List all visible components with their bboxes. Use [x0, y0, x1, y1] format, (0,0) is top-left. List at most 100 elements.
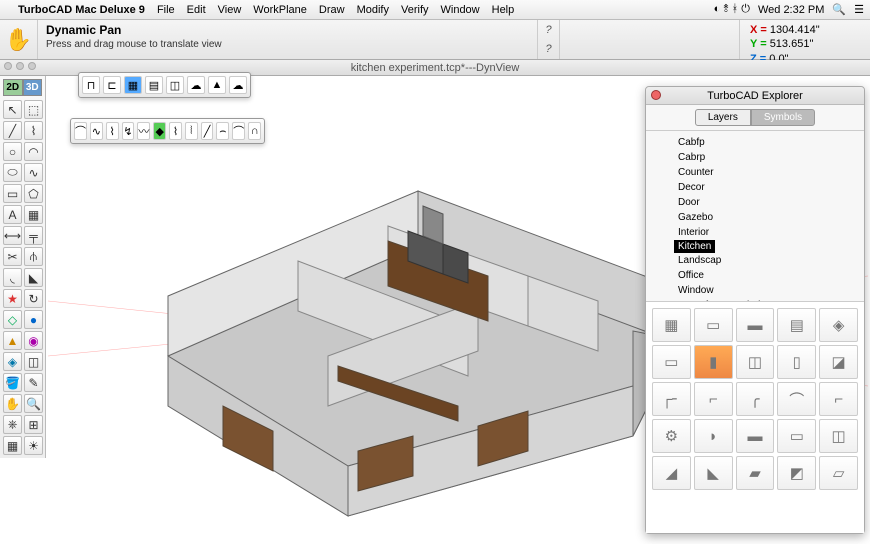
symbol-thumb[interactable]: ▰ [736, 456, 775, 490]
document-title: kitchen experiment.tcp*---DynView [351, 62, 520, 74]
render-tool[interactable]: ▦ [3, 436, 22, 455]
wireframe-tool[interactable]: ⊞ [24, 415, 43, 434]
menu-workplane[interactable]: WorkPlane [253, 4, 307, 16]
line-tool[interactable]: ╱ [3, 121, 22, 140]
status-icons[interactable]: ◐ ⥉ ᚼ ⏻ [714, 3, 750, 16]
paint-tool[interactable]: 🪣 [3, 373, 22, 392]
app-name[interactable]: TurboCAD Mac Deluxe 9 [18, 4, 145, 16]
cat-item[interactable]: Landscap [674, 253, 864, 268]
menu-view[interactable]: View [218, 4, 242, 16]
polygon-tool[interactable]: ⬠ [24, 184, 43, 203]
symbol-thumb[interactable]: ⚙ [652, 419, 691, 453]
coord-y: 513.651" [770, 38, 814, 50]
circle-tool[interactable]: ○ [3, 142, 22, 161]
cat-item[interactable]: Door [674, 195, 864, 210]
tab-symbols[interactable]: Symbols [751, 109, 815, 126]
arc-tool[interactable]: ◠ [24, 142, 43, 161]
clock[interactable]: Wed 2:32 PM [758, 4, 824, 16]
rotate-tool[interactable]: ↻ [24, 289, 43, 308]
cat-item[interactable]: Cabrp [674, 150, 864, 165]
symbol-thumb[interactable]: ▤ [777, 308, 816, 342]
spline-tool[interactable]: ∿ [24, 163, 43, 182]
help-hints[interactable]: ?? [538, 20, 560, 59]
symbol-thumb[interactable]: ▯ [777, 345, 816, 379]
symbol-thumb[interactable]: ◫ [736, 345, 775, 379]
chamfer-tool[interactable]: ◣ [24, 268, 43, 287]
tab-2d[interactable]: 2D [3, 79, 23, 96]
symbol-thumb[interactable]: ⌐ [819, 382, 858, 416]
menu-help[interactable]: Help [492, 4, 515, 16]
window-controls[interactable] [4, 62, 36, 70]
tool-info: Dynamic Pan Press and drag mouse to tran… [38, 20, 538, 59]
symbol-thumb[interactable]: ▦ [652, 308, 691, 342]
pan-tool[interactable]: ✋ [3, 394, 22, 413]
symbol-thumb[interactable]: ▮ [694, 345, 733, 379]
trim-tool[interactable]: ✂ [3, 247, 22, 266]
symbol-thumb[interactable]: ◪ [819, 345, 858, 379]
symbol-thumb[interactable]: ◗ [694, 419, 733, 453]
symbol-thumb[interactable]: ▭ [694, 308, 733, 342]
cat-item[interactable]: Counter [674, 165, 864, 180]
menu-draw[interactable]: Draw [319, 4, 345, 16]
pan-hand-icon[interactable]: ✋ [0, 20, 38, 59]
zoom-tool[interactable]: 🔍 [24, 394, 43, 413]
dimension-tool[interactable]: ⟷ [3, 226, 22, 245]
extrude-tool[interactable]: ▲ [3, 331, 22, 350]
cat-item[interactable]: Decor [674, 180, 864, 195]
light-tool[interactable]: ☀ [24, 436, 43, 455]
symbol-thumb[interactable]: ▬ [736, 308, 775, 342]
close-icon[interactable] [651, 90, 661, 100]
shell-tool[interactable]: ◫ [24, 352, 43, 371]
rect-tool[interactable]: ▭ [3, 184, 22, 203]
boolean-tool[interactable]: ◈ [3, 352, 22, 371]
symbol-thumb[interactable]: ⌒ [777, 382, 816, 416]
wall-tool[interactable]: ╤ [24, 226, 43, 245]
cat-item[interactable]: Gazebo [674, 210, 864, 225]
hatch-tool[interactable]: ▦ [24, 205, 43, 224]
menu-verify[interactable]: Verify [401, 4, 429, 16]
cat-item[interactable]: Interior [674, 225, 864, 240]
tab-layers[interactable]: Layers [695, 109, 751, 126]
symbol-thumb[interactable]: ▱ [819, 456, 858, 490]
symbol-thumb[interactable]: ▭ [652, 345, 691, 379]
cat-item[interactable]: Office [674, 268, 864, 283]
text-tool[interactable]: A [3, 205, 22, 224]
menu-file[interactable]: File [157, 4, 175, 16]
explorer-titlebar[interactable]: TurboCAD Explorer [646, 87, 864, 105]
menu-modify[interactable]: Modify [357, 4, 389, 16]
offset-tool[interactable]: ⫛ [24, 247, 43, 266]
symbol-thumb[interactable]: ◢ [652, 456, 691, 490]
cat-item[interactable]: Window [674, 283, 864, 298]
menu-edit[interactable]: Edit [187, 4, 206, 16]
symbol-thumb[interactable]: ◈ [819, 308, 858, 342]
eyedrop-tool[interactable]: ✎ [24, 373, 43, 392]
coordinates: X = 1304.414" Y = 513.651" Z = 0.0" [740, 20, 870, 59]
polyline-tool[interactable]: ⌇ [24, 121, 43, 140]
spotlight-icon[interactable]: 🔍 [832, 3, 846, 16]
revolve-tool[interactable]: ◉ [24, 331, 43, 350]
symbol-thumb[interactable]: ◫ [819, 419, 858, 453]
tab-3d[interactable]: 3D [23, 79, 43, 96]
sphere-tool[interactable]: ● [24, 310, 43, 329]
view-cube-tool[interactable]: ⎈ [3, 415, 22, 434]
fillet-tool[interactable]: ◟ [3, 268, 22, 287]
move-tool[interactable]: ★ [3, 289, 22, 308]
symbol-thumb[interactable]: ▭ [777, 419, 816, 453]
symbol-thumb[interactable]: ⌐ [694, 382, 733, 416]
symbol-thumb[interactable]: ◩ [777, 456, 816, 490]
coord-x: 1304.414" [770, 24, 820, 36]
explorer-title: TurboCAD Explorer [707, 90, 803, 102]
symbol-grid: ▦ ▭ ▬ ▤ ◈ ▭ ▮ ◫ ▯ ◪ ┌╴ ⌐ ╭ ⌒ ⌐ ⚙ ◗ ▬ ▭ ◫… [646, 301, 864, 533]
symbol-thumb[interactable]: ▬ [736, 419, 775, 453]
notifications-icon[interactable]: ☰ [854, 3, 864, 16]
menu-window[interactable]: Window [441, 4, 480, 16]
select-tool[interactable]: ↖ [3, 100, 22, 119]
cat-item-selected[interactable]: Kitchen [674, 240, 715, 253]
ellipse-tool[interactable]: ⬭ [3, 163, 22, 182]
symbol-thumb[interactable]: ◣ [694, 456, 733, 490]
symbol-thumb[interactable]: ┌╴ [652, 382, 691, 416]
select-rect-tool[interactable]: ⬚ [24, 100, 43, 119]
box-tool[interactable]: ◇ [3, 310, 22, 329]
cat-item[interactable]: Cabfp [674, 135, 864, 150]
symbol-thumb[interactable]: ╭ [736, 382, 775, 416]
